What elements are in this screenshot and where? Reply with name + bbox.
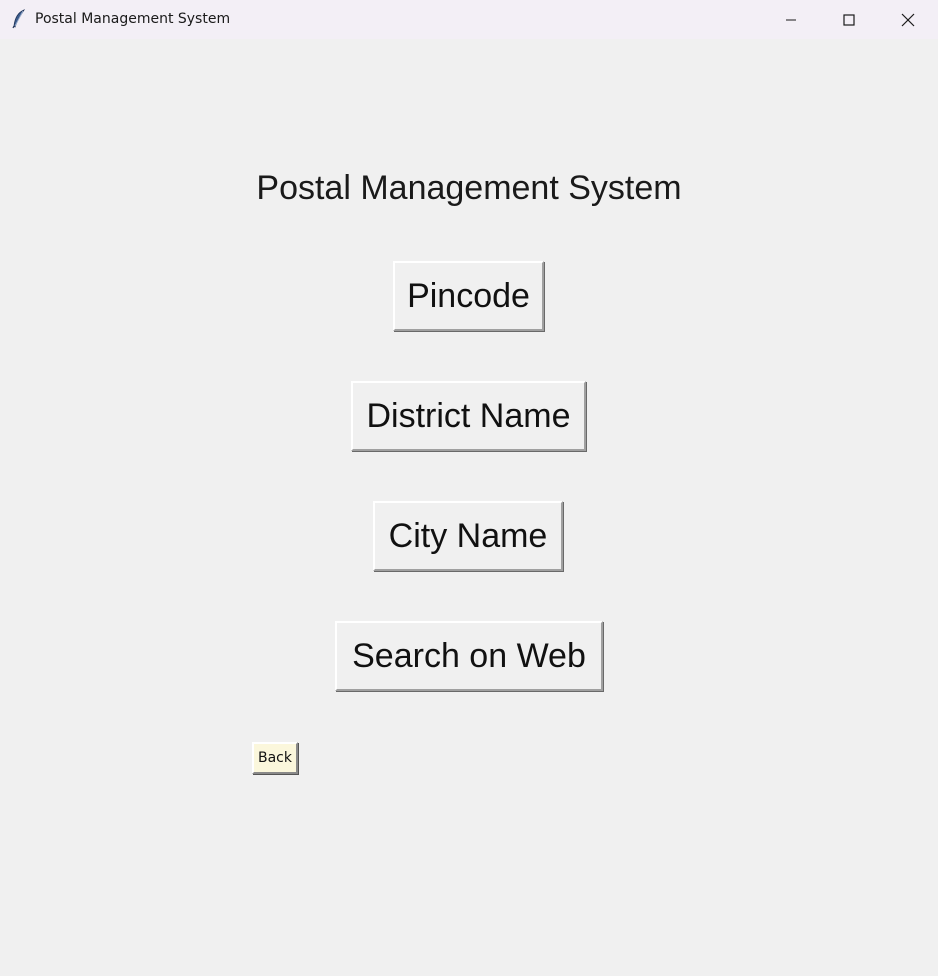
city-name-button[interactable]: City Name — [373, 501, 563, 571]
maximize-icon — [843, 13, 855, 26]
app-window: Postal Management System Postal Manageme… — [0, 0, 938, 976]
main-content: Postal Management System Pincode Distric… — [0, 39, 938, 976]
title-bar[interactable]: Postal Management System — [0, 0, 938, 39]
pincode-button[interactable]: Pincode — [393, 261, 544, 331]
maximize-button[interactable] — [820, 0, 878, 39]
window-title: Postal Management System — [35, 11, 231, 27]
close-button[interactable] — [879, 0, 937, 39]
minimize-icon — [785, 14, 797, 26]
back-button[interactable]: Back — [252, 742, 298, 774]
search-on-web-button[interactable]: Search on Web — [335, 621, 603, 691]
district-name-button[interactable]: District Name — [351, 381, 586, 451]
feather-icon — [11, 9, 27, 29]
minimize-button[interactable] — [762, 0, 820, 39]
close-icon — [901, 13, 915, 27]
page-title: Postal Management System — [256, 169, 682, 207]
